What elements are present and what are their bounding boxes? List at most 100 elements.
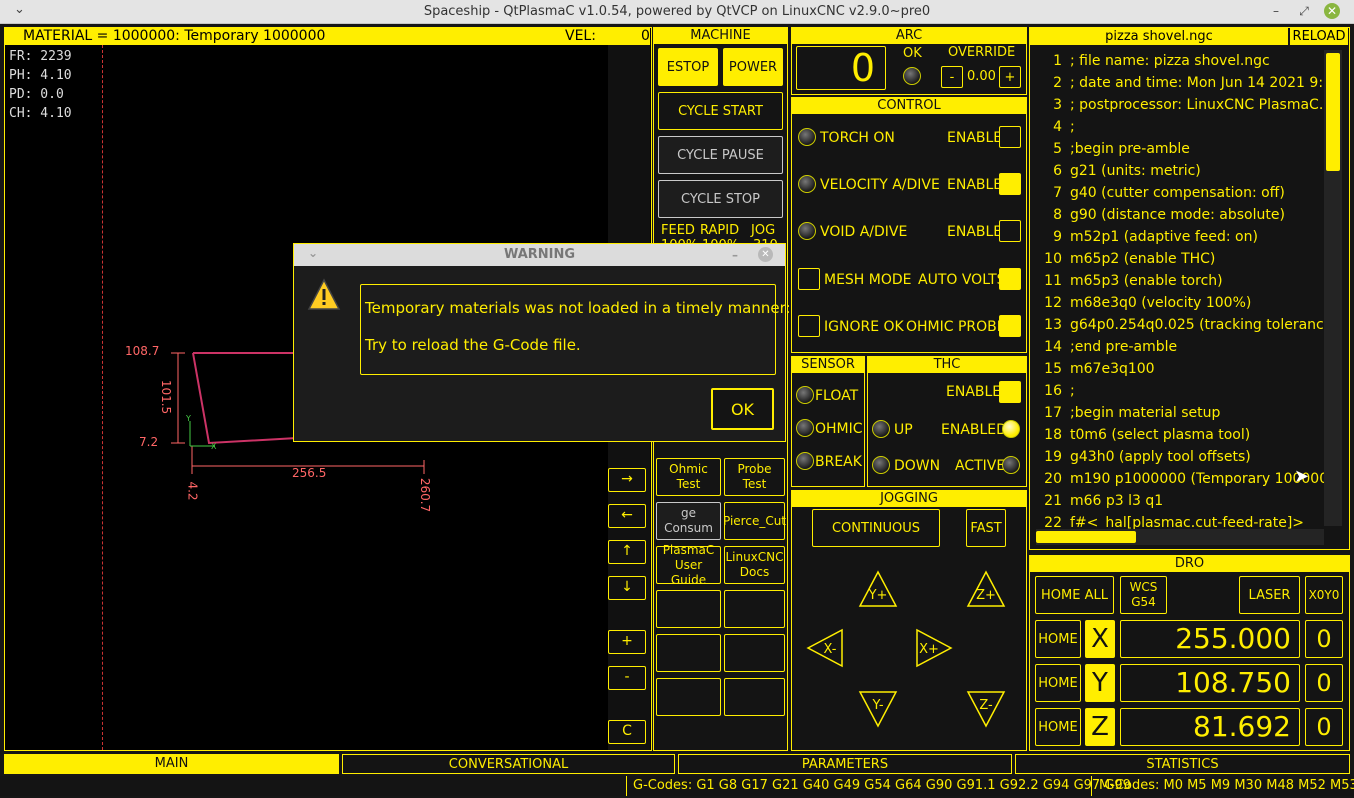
window-menu-icon[interactable]: ⌄: [14, 2, 25, 17]
minimize-icon[interactable]: –: [1268, 3, 1284, 19]
gcode-line[interactable]: 6 g21 (units: metric): [1036, 160, 1326, 182]
axis-z-label: Z: [1085, 708, 1115, 746]
thc-enabled-led: [1002, 420, 1020, 438]
gcode-line[interactable]: 18 t0m6 (select plasma tool): [1036, 424, 1326, 446]
gcode-line[interactable]: 4;: [1036, 116, 1326, 138]
user-button-10[interactable]: [724, 634, 785, 672]
jog-yminus-button[interactable]: Y-: [858, 688, 898, 728]
gcode-line[interactable]: 12 m68e3q0 (velocity 100%): [1036, 292, 1326, 314]
gcode-line[interactable]: 17 ;begin material setup: [1036, 402, 1326, 424]
gcode-line[interactable]: 8 g90 (distance mode: absolute): [1036, 204, 1326, 226]
zero-z-button[interactable]: 0: [1305, 708, 1343, 746]
home-z-button[interactable]: HOME: [1035, 708, 1081, 746]
gcode-line[interactable]: 7 g40 (cutter compensation: off): [1036, 182, 1326, 204]
pan-down-button[interactable]: ↓: [608, 576, 646, 600]
gcode-line[interactable]: 14 ;end pre-amble: [1036, 336, 1326, 358]
reload-button[interactable]: RELOAD: [1290, 28, 1348, 45]
maximize-icon[interactable]: ⤢: [1296, 3, 1312, 19]
torch-enable-checkbox[interactable]: [999, 126, 1021, 148]
probe-test-button[interactable]: Probe Test: [724, 458, 785, 496]
plasmac-user-guide-button[interactable]: PlasmaC User Guide: [656, 543, 721, 587]
gcode-vscroll-thumb[interactable]: [1326, 53, 1340, 171]
gcode-line[interactable]: 16;: [1036, 380, 1326, 402]
change-consumables-button[interactable]: ge Consum: [656, 502, 721, 540]
gcode-line[interactable]: 5 ;begin pre-amble: [1036, 138, 1326, 160]
arc-ok-led: [903, 67, 921, 85]
wcs-button[interactable]: WCS G54: [1120, 576, 1167, 614]
gcode-viewer[interactable]: 1 ; file name: pizza shovel.ngc 2 ; date an…: [1036, 50, 1326, 530]
dialog-minimize-icon[interactable]: –: [732, 244, 738, 266]
jog-zminus-button[interactable]: Z-: [966, 688, 1006, 728]
gcode-line[interactable]: 11 m65p3 (enable torch): [1036, 270, 1326, 292]
gcode-line[interactable]: 19 g43h0 (apply tool offsets): [1036, 446, 1326, 468]
linuxcnc-docs-button[interactable]: LinuxCNC Docs: [724, 546, 785, 584]
control-header: CONTROL: [792, 98, 1026, 114]
cycle-stop-button[interactable]: CYCLE STOP: [658, 180, 783, 218]
override-minus-button[interactable]: -: [941, 66, 963, 88]
tab-conversational[interactable]: CONVERSATIONAL: [342, 754, 675, 774]
gcode-hscroll-thumb[interactable]: [1036, 531, 1136, 543]
dialog-menu-icon[interactable]: ⌄: [308, 242, 318, 264]
gcode-line[interactable]: 1 ; file name: pizza shovel.ngc: [1036, 50, 1326, 72]
pan-up-button[interactable]: ↑: [608, 540, 646, 564]
close-icon[interactable]: ✕: [1324, 3, 1340, 19]
x0y0-button[interactable]: X0Y0: [1305, 576, 1343, 614]
thc-header: THC: [868, 357, 1026, 373]
laser-button[interactable]: LASER: [1239, 576, 1300, 614]
home-x-button[interactable]: HOME: [1035, 620, 1081, 658]
tab-main[interactable]: MAIN: [4, 754, 339, 774]
zero-x-button[interactable]: 0: [1305, 620, 1343, 658]
pierce-cut-button[interactable]: Pierce_Cut: [723, 502, 786, 540]
gcode-line[interactable]: 22 f#<_hal[plasmac.cut-feed-rate]>: [1036, 512, 1326, 530]
user-button-12[interactable]: [724, 678, 785, 716]
gcode-line[interactable]: 15 m67e3q100: [1036, 358, 1326, 380]
mesh-mode-checkbox[interactable]: [798, 268, 820, 290]
ohmic-probe-checkbox[interactable]: [999, 315, 1021, 337]
jog-zplus-button[interactable]: Z+: [966, 570, 1006, 610]
dialog-ok-button[interactable]: OK: [711, 388, 774, 430]
jog-mode-button[interactable]: CONTINUOUS: [812, 509, 940, 547]
home-all-button[interactable]: HOME ALL: [1035, 576, 1114, 614]
pan-left-button[interactable]: ←: [608, 504, 646, 528]
dialog-close-icon[interactable]: ✕: [758, 247, 773, 262]
jog-xminus-button[interactable]: X-: [806, 628, 846, 668]
gcode-line[interactable]: 9 m52p1 (adaptive feed: on): [1036, 226, 1326, 248]
gcode-line-number: 18: [1044, 427, 1062, 443]
thc-down-label: DOWN: [894, 458, 941, 474]
zero-y-button[interactable]: 0: [1305, 664, 1343, 702]
gcode-line[interactable]: 13 g64p0.254q0.025 (tracking tolerances:: [1036, 314, 1326, 336]
power-button[interactable]: POWER: [723, 48, 783, 86]
thc-enable-checkbox[interactable]: [999, 381, 1021, 403]
gcode-hscroll-track[interactable]: [1036, 529, 1324, 545]
ignore-ok-checkbox[interactable]: [798, 315, 820, 337]
zoom-out-button[interactable]: -: [608, 666, 646, 690]
cycle-pause-button[interactable]: CYCLE PAUSE: [658, 136, 783, 174]
auto-volts-checkbox[interactable]: [999, 268, 1021, 290]
estop-button[interactable]: ESTOP: [658, 48, 718, 86]
tab-parameters[interactable]: PARAMETERS: [678, 754, 1012, 774]
gcode-line[interactable]: 3 ; postprocessor: LinuxCNC PlasmaC.scp: [1036, 94, 1326, 116]
void-enable-checkbox[interactable]: [999, 220, 1021, 242]
cycle-start-button[interactable]: CYCLE START: [658, 92, 783, 130]
ohmic-test-button[interactable]: Ohmic Test: [656, 458, 721, 496]
tab-statistics[interactable]: STATISTICS: [1015, 754, 1350, 774]
gcode-line[interactable]: 20 m190 p1000000 (Temporary 1000000): [1036, 468, 1326, 490]
jog-xplus-button[interactable]: X+: [913, 628, 953, 668]
zoom-in-button[interactable]: +: [608, 630, 646, 654]
gcode-line[interactable]: 2 ; date and time: Mon Jun 14 2021 9:2: [1036, 72, 1326, 94]
user-button-11[interactable]: [656, 678, 721, 716]
gcode-vscroll-track[interactable]: [1324, 50, 1342, 526]
user-button-9[interactable]: [656, 634, 721, 672]
pan-right-button[interactable]: →: [608, 468, 646, 492]
gcode-line[interactable]: 21 m66 p3 l3 q1: [1036, 490, 1326, 512]
gcode-line[interactable]: 10 m65p2 (enable THC): [1036, 248, 1326, 270]
velocity-enable-checkbox[interactable]: [999, 173, 1021, 195]
clear-preview-button[interactable]: C: [608, 720, 646, 744]
home-y-button[interactable]: HOME: [1035, 664, 1081, 702]
jog-fast-button[interactable]: FAST: [966, 509, 1006, 547]
jog-yplus-button[interactable]: Y+: [858, 570, 898, 610]
override-plus-button[interactable]: +: [999, 66, 1021, 88]
user-button-7[interactable]: [656, 590, 721, 628]
user-button-8[interactable]: [724, 590, 785, 628]
app-window: ⌄ Spaceship - QtPlasmaC v1.0.54, powered…: [0, 0, 1354, 798]
